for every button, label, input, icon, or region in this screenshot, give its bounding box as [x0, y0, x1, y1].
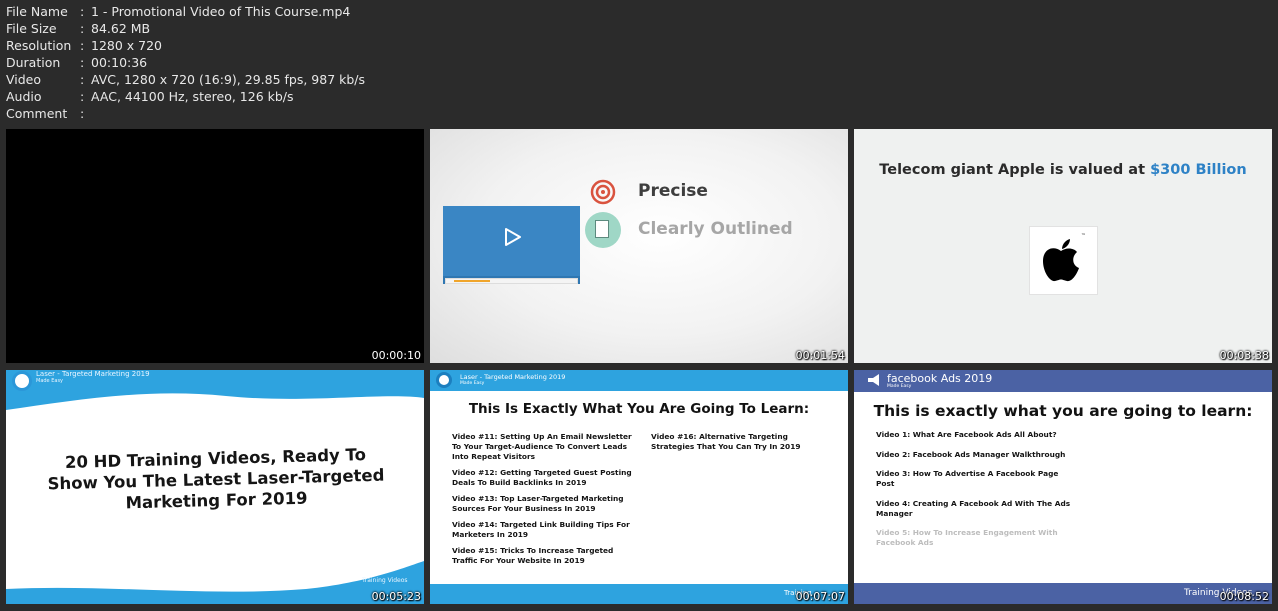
slide-title: This is exactly what you are going to le…: [873, 402, 1253, 420]
info-key: Comment: [6, 106, 68, 121]
logo-icon: [436, 372, 452, 388]
lesson-list-right: Video #16: Alternative Targeting Strateg…: [651, 432, 831, 458]
info-row-file-size: File Size : 84.62 MB: [6, 20, 365, 37]
timestamp: 00:01:54: [795, 349, 845, 362]
info-separator: :: [80, 38, 85, 53]
document-icon: [585, 212, 621, 248]
lesson-list: Video 1: What Are Facebook Ads All About…: [876, 430, 1076, 558]
info-separator: :: [80, 4, 85, 19]
thumbnail-3: Telecom giant Apple is valued at $300 Bi…: [854, 129, 1272, 363]
lesson-item: Video #15: Tricks To Increase Targeted T…: [452, 546, 614, 565]
slide-title: This Is Exactly What You Are Going To Le…: [468, 401, 810, 417]
lesson-list-left: Video #11: Setting Up An Email Newslette…: [452, 432, 632, 572]
thumbnail-4: Laser - Targeted Marketing 2019 Made Eas…: [6, 370, 424, 604]
info-separator: :: [80, 55, 85, 70]
thumbnail-1: 00:00:10: [6, 129, 424, 363]
info-key: Video: [6, 72, 42, 87]
lesson-item: Video 5: How To Increase Engagement With…: [876, 528, 1058, 547]
timestamp: 00:07:07: [795, 590, 845, 603]
headline-accent: $300 Billion: [1150, 162, 1247, 178]
promo-text: 20 HD Training Videos, Ready To Show You…: [47, 445, 385, 513]
info-value: 00:10:36: [91, 55, 148, 70]
megaphone-icon: [868, 374, 879, 386]
info-value: 1280 x 720: [91, 38, 163, 53]
info-key: Audio: [6, 89, 42, 104]
headline-text: Telecom giant Apple is valued at: [879, 162, 1151, 178]
lesson-item: Video #13: Top Laser-Targeted Marketing …: [452, 494, 624, 513]
lesson-item: Video #16: Alternative Targeting Strateg…: [651, 432, 801, 451]
info-separator: :: [80, 106, 85, 121]
header-subtitle: Made Easy: [36, 378, 64, 384]
thumbnail-6: facebook Ads 2019 Made Easy This is exac…: [854, 370, 1272, 604]
info-separator: :: [80, 21, 85, 36]
info-value: AVC, 1280 x 720 (16:9), 29.85 fps, 987 k…: [91, 72, 366, 87]
header-subtitle: Made Easy: [460, 381, 485, 386]
target-icon: [590, 179, 616, 205]
play-icon: [505, 228, 521, 246]
brand-subtitle: Made Easy: [887, 384, 912, 389]
info-key: Resolution: [6, 38, 72, 53]
timestamp: 00:05:23: [371, 590, 421, 603]
timestamp: 00:00:10: [371, 349, 421, 362]
info-row-file-name: File Name : 1 - Promotional Video of Thi…: [6, 3, 365, 20]
apple-logo-icon: [1043, 239, 1079, 282]
timestamp: 00:03:38: [1219, 349, 1269, 362]
headline: Telecom giant Apple is valued at $300 Bi…: [854, 162, 1272, 178]
footer-label: Training Videos: [362, 577, 408, 584]
lesson-item: Video #12: Getting Targeted Guest Postin…: [452, 468, 632, 487]
info-key: File Name: [6, 4, 68, 19]
lesson-item: Video 3: How To Advertise A Facebook Pag…: [876, 469, 1059, 488]
thumbnail-2: Precise Clearly Outlined 00:01:54: [430, 129, 848, 363]
lesson-item: Video 4: Creating A Facebook Ad With The…: [876, 498, 1071, 518]
feature-clearly-outlined: Clearly Outlined: [638, 219, 793, 239]
logo-icon: [12, 371, 32, 391]
header-title: Laser - Targeted Marketing 2019: [460, 373, 566, 381]
lesson-item: Video 1: What Are Facebook Ads All About…: [876, 430, 1057, 439]
lesson-item: Video #14: Targeted Link Building Tips F…: [452, 520, 630, 539]
info-row-resolution: Resolution : 1280 x 720: [6, 37, 365, 54]
thumbnail-5: Laser - Targeted Marketing 2019 Made Eas…: [430, 370, 848, 604]
progress-fill: [454, 280, 490, 282]
info-value: 84.62 MB: [91, 21, 151, 36]
lesson-item: Video #11: Setting Up An Email Newslette…: [452, 432, 632, 461]
info-row-audio: Audio : AAC, 44100 Hz, stereo, 126 kb/s: [6, 88, 365, 105]
lesson-item: Video 2: Facebook Ads Manager Walkthroug…: [876, 449, 1066, 459]
info-key: Duration: [6, 55, 61, 70]
info-value: 1 - Promotional Video of This Course.mp4: [91, 4, 351, 19]
header-title: Laser - Targeted Marketing 2019: [36, 370, 150, 378]
info-row-comment: Comment :: [6, 105, 365, 122]
info-value: AAC, 44100 Hz, stereo, 126 kb/s: [91, 89, 294, 104]
info-row-duration: Duration : 00:10:36: [6, 54, 365, 71]
trademark-symbol: ™: [1081, 233, 1086, 239]
info-key: File Size: [6, 21, 57, 36]
info-separator: :: [80, 89, 85, 104]
info-row-video: Video : AVC, 1280 x 720 (16:9), 29.85 fp…: [6, 71, 365, 88]
info-separator: :: [80, 72, 85, 87]
file-info-panel: File Name : 1 - Promotional Video of Thi…: [6, 3, 365, 122]
feature-precise: Precise: [638, 181, 708, 201]
timestamp: 00:08:52: [1219, 590, 1269, 603]
